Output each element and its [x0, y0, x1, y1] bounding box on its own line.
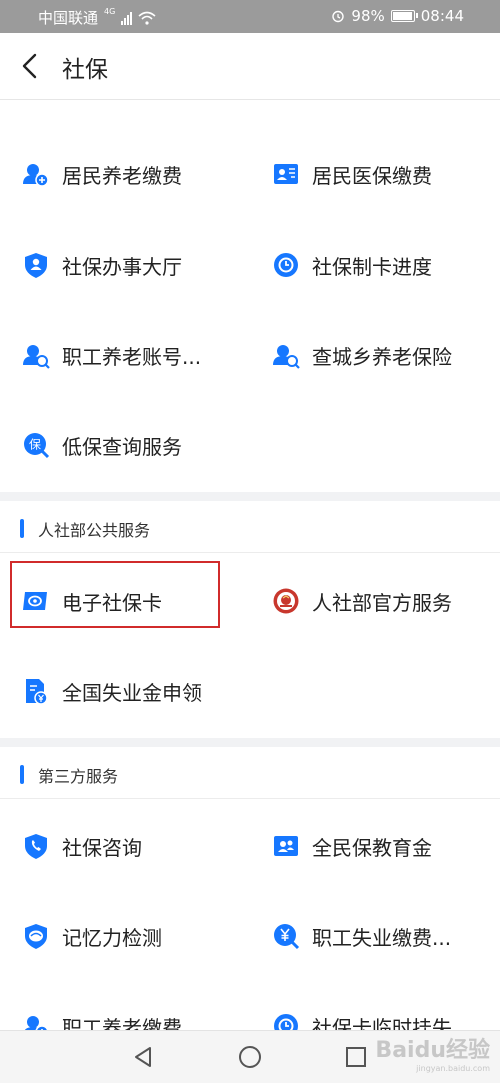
svg-text:保: 保: [29, 438, 41, 452]
service-label: 全国失业金申领: [62, 680, 202, 705]
service-label: 社保制卡进度: [312, 254, 432, 279]
service-item-employee-pension-account[interactable]: 职工养老账号...: [22, 310, 201, 400]
wifi-icon: [138, 11, 156, 25]
service-label: 居民医保缴费: [312, 163, 432, 188]
service-row: 社保咨询 全民保教育金: [0, 801, 500, 891]
home-circle-icon[interactable]: [238, 1045, 262, 1069]
yuan-search-icon: [272, 922, 300, 950]
status-bar: 中国联通 4G 98% 08:44: [0, 0, 500, 33]
official-emblem-icon: [272, 587, 300, 615]
section-divider: [0, 492, 500, 501]
carrier-label: 中国联通: [38, 9, 99, 27]
shield-brain-icon: [22, 922, 50, 950]
section-header-public-services: 人社部公共服务: [0, 503, 500, 553]
service-label: 人社部官方服务: [312, 590, 452, 615]
person-search-icon: [272, 341, 300, 369]
service-item-dibao-query[interactable]: 保 低保查询服务: [22, 400, 182, 490]
service-item-social-consult[interactable]: 社保咨询: [22, 801, 142, 891]
recents-square-icon[interactable]: [344, 1045, 368, 1069]
service-label: 居民养老缴费: [62, 163, 182, 188]
section-header-third-party: 第三方服务: [0, 749, 500, 799]
signal-icon: [121, 11, 133, 25]
service-item-mohrss-official[interactable]: 人社部官方服务: [272, 556, 452, 646]
id-card-icon: [272, 160, 300, 188]
clock: 08:44: [420, 7, 464, 25]
back-triangle-icon[interactable]: [131, 1045, 155, 1069]
section-marker: [20, 765, 24, 784]
highlight-box: [10, 561, 220, 628]
service-label: 社保咨询: [62, 835, 142, 860]
section-divider: [0, 738, 500, 747]
person-search-icon: [22, 341, 50, 369]
baidu-watermark: Baidu经验 jingyan.baidu.com: [375, 1038, 490, 1073]
service-item-unemployment-benefit[interactable]: 全国失业金申领: [22, 646, 202, 736]
service-label: 职工失业缴费...: [312, 925, 452, 950]
service-row: 职工养老账号... 查城乡养老保险: [0, 310, 500, 400]
service-row: 居民养老缴费 居民医保缴费: [0, 129, 500, 219]
shield-phone-icon: [22, 832, 50, 860]
service-label: 全民保教育金: [312, 835, 432, 860]
service-label: 职工养老账号...: [62, 344, 202, 369]
service-row: 保 低保查询服务: [0, 400, 500, 490]
shield-person-icon: [22, 251, 50, 279]
service-label: 社保办事大厅: [62, 254, 182, 279]
battery-icon: [390, 10, 418, 22]
service-item-memory-test[interactable]: 记忆力检测: [22, 891, 162, 981]
section-title: 人社部公共服务: [38, 521, 151, 540]
battery-percent: 98%: [351, 7, 385, 25]
service-item-education-fund[interactable]: 全民保教育金: [272, 801, 432, 891]
service-row: 全国失业金申领: [0, 646, 500, 736]
document-yuan-icon: [22, 677, 50, 705]
people-card-icon: [272, 832, 300, 860]
service-label: 查城乡养老保险: [312, 344, 452, 369]
service-label: 低保查询服务: [62, 434, 182, 459]
back-arrow-icon[interactable]: [18, 53, 44, 79]
service-row: 社保办事大厅 社保制卡进度: [0, 220, 500, 310]
service-item-resident-medical[interactable]: 居民医保缴费: [272, 129, 432, 219]
alarm-icon: [332, 10, 345, 23]
service-item-rural-pension[interactable]: 查城乡养老保险: [272, 310, 452, 400]
network-type: 4G: [104, 7, 116, 16]
section-title: 第三方服务: [38, 767, 119, 786]
progress-circle-icon: [272, 251, 300, 279]
service-item-card-progress[interactable]: 社保制卡进度: [272, 220, 432, 310]
service-item-unemployment-payment[interactable]: 职工失业缴费...: [272, 891, 451, 981]
service-item-resident-pension[interactable]: 居民养老缴费: [22, 129, 182, 219]
person-plus-icon: [22, 160, 50, 188]
service-label: 记忆力检测: [62, 925, 162, 950]
nav-bar: 社保: [0, 33, 500, 100]
bao-search-icon: 保: [22, 431, 50, 459]
page-title: 社保: [62, 57, 108, 83]
section-marker: [20, 519, 24, 538]
service-row: 记忆力检测 职工失业缴费...: [0, 891, 500, 981]
service-item-social-hall[interactable]: 社保办事大厅: [22, 220, 182, 310]
